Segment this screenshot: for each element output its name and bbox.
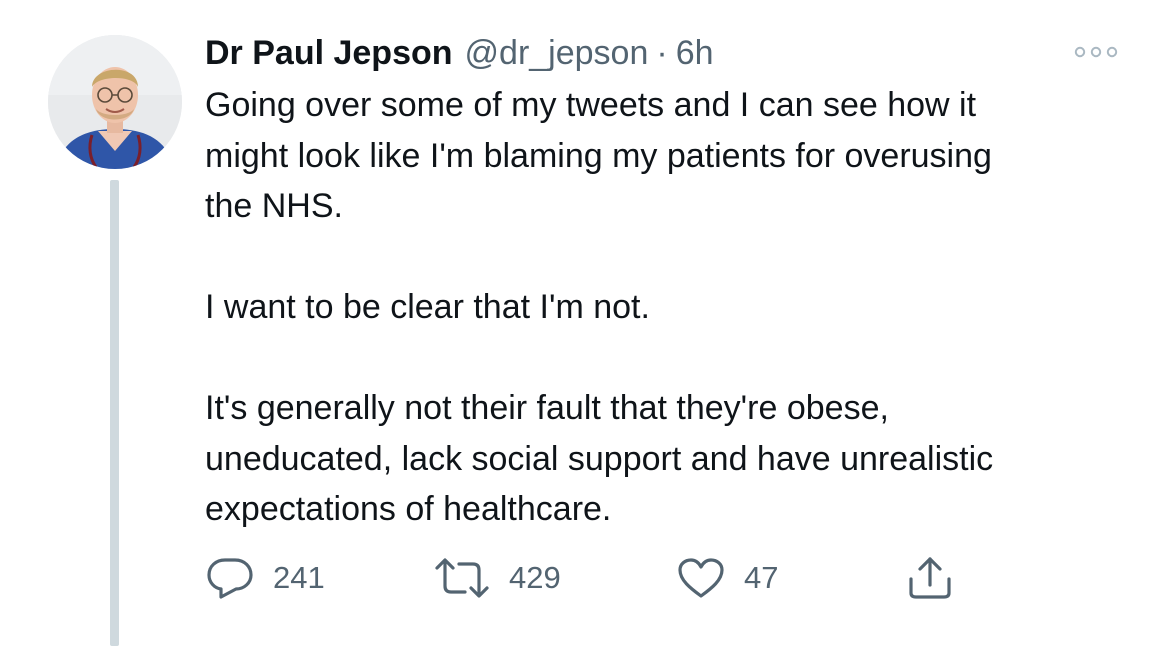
speech-bubble-icon (207, 558, 253, 599)
retweet-icon (435, 558, 489, 598)
retweet-button[interactable]: 429 (433, 552, 561, 604)
like-count: 47 (744, 560, 779, 595)
display-name[interactable]: Dr Paul Jepson (205, 30, 453, 76)
share-upload-icon (909, 557, 951, 599)
tweet: Dr Paul Jepson @dr_jepson · 6h Going ove… (0, 0, 1170, 646)
more-options-button[interactable] (1068, 36, 1124, 68)
handle[interactable]: @dr_jepson (465, 30, 649, 76)
like-button[interactable]: 47 (676, 552, 778, 604)
timestamp[interactable]: 6h (676, 30, 714, 76)
avatar[interactable] (48, 35, 182, 169)
more-horizontal-icon (1074, 46, 1118, 58)
thread-line (110, 180, 119, 646)
separator-dot: · (656, 34, 668, 72)
share-button[interactable] (905, 552, 955, 604)
reply-button[interactable]: 241 (205, 552, 325, 604)
tweet-header: Dr Paul Jepson @dr_jepson · 6h (205, 30, 714, 76)
action-bar: 241 429 47 (200, 552, 1000, 604)
tweet-text: Going over some of my tweets and I can s… (205, 86, 994, 528)
heart-icon (678, 558, 724, 598)
reply-count: 241 (273, 560, 325, 595)
retweet-count: 429 (509, 560, 561, 595)
